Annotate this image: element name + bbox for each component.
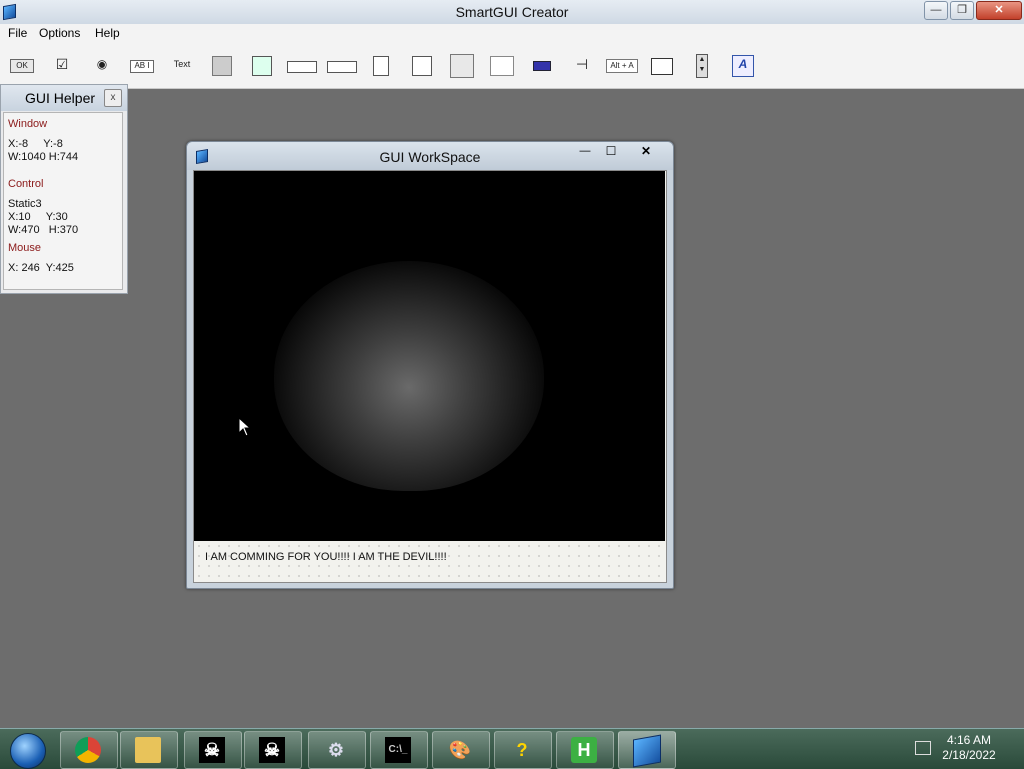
add-tab-tool[interactable] [450,54,474,78]
clock-time: 4:16 AM [946,733,992,747]
taskbar-pirate-app-1[interactable]: ☠ [184,731,242,769]
gui-helper-title-bar: GUI Helper x [1,85,127,111]
close-button[interactable]: ✕ [976,1,1022,20]
add-groupbox-tool[interactable] [212,56,232,76]
add-datetime-tool[interactable] [490,56,514,76]
workspace-minimize-button[interactable]: — [574,145,596,159]
add-combobox-tool[interactable] [327,61,357,73]
start-button[interactable] [2,731,50,769]
workspace-maximize-button[interactable]: ☐ [600,144,622,158]
gear-icon: ⚙ [327,740,345,760]
taskbar-help[interactable]: ? [494,731,552,769]
menu-file[interactable]: File [8,26,27,40]
menu-bar: File Options Help [0,24,1024,42]
restore-button[interactable]: ❐ [950,1,974,20]
menu-help[interactable]: Help [95,26,120,40]
add-updown-tool[interactable]: ▲ ▼ [696,54,708,78]
text-label-control[interactable]: I AM COMMING FOR YOU!!!! I AM THE DEVIL!… [205,551,447,563]
taskbar-paint[interactable]: 🎨 [432,731,490,769]
toolbar: OK ☑ ◉ AB I Text ⊣ Alt + A ▲ ▼ A [0,42,1024,89]
taskbar-smartgui[interactable] [618,731,676,769]
app-title: SmartGUI Creator [455,4,569,20]
control-size: W:470 H:370 [8,224,79,236]
add-progress-tool[interactable] [533,61,551,71]
clock-date: 2/18/2022 [942,748,996,762]
control-position: X:10 Y:30 [8,211,68,223]
add-hotkey-tool[interactable]: Alt + A [606,59,638,73]
cube-icon [633,734,661,768]
folder-icon [135,737,161,763]
gui-helper-body: Window X:-8 Y:-8 W:1040 H:744 Control St… [3,112,123,290]
control-name: Static3 [8,198,42,210]
font-icon[interactable]: A [732,55,754,77]
window-size: W:1040 H:744 [8,151,79,163]
picture-control[interactable] [194,171,665,541]
clock[interactable]: 4:16 AM 2/18/2022 [936,733,1002,763]
taskbar-pirate-app-2[interactable]: ☠ [244,731,302,769]
control-section-header: Control [8,178,44,190]
workspace-window[interactable]: GUI WorkSpace — ☐ ✕ I AM COMMING FOR YOU… [186,141,674,589]
add-radio-tool[interactable]: ◉ [94,56,110,74]
help-icon: ? [516,740,528,760]
chrome-icon [75,737,101,763]
add-slider-tool[interactable]: ⊣ [572,56,592,74]
gui-helper-panel: GUI Helper x Window X:-8 Y:-8 W:1040 H:7… [0,84,128,294]
folder-icon[interactable] [651,58,673,75]
skull-icon: ☠ [199,737,225,763]
add-listview-tool[interactable] [412,56,432,76]
window-section-header: Window [8,118,48,130]
command-prompt-icon: C:\_ [385,737,411,763]
add-checkbox-tool[interactable]: ☑ [54,56,70,74]
workspace-close-button[interactable]: ✕ [628,144,664,160]
taskbar-chrome[interactable] [60,731,118,769]
network-icon[interactable] [915,741,931,755]
menu-options[interactable]: Options [39,26,80,40]
window-position: X:-8 Y:-8 [8,138,63,150]
workspace-title-bar[interactable]: GUI WorkSpace — ☐ ✕ [187,142,673,170]
windows-logo-icon [10,733,46,769]
skull-icon: ☠ [259,737,285,763]
app-title-bar: SmartGUI Creator — ❐ ✕ [0,0,1024,25]
add-picture-tool[interactable] [252,56,272,76]
minimize-button[interactable]: — [924,1,948,20]
mouse-section-header: Mouse [8,242,42,254]
taskbar: ☠ ☠ ⚙ C:\_ 🎨 ? H 4:16 AM 2/18/2022 [0,728,1024,769]
h-app-icon: H [571,737,597,763]
add-edit-tool[interactable]: AB I [130,60,154,73]
add-button-tool[interactable]: OK [10,59,34,73]
taskbar-h-app[interactable]: H [556,731,614,769]
workspace-canvas[interactable]: I AM COMMING FOR YOU!!!! I AM THE DEVIL!… [193,170,667,583]
taskbar-settings[interactable]: ⚙ [308,731,366,769]
gui-helper-title: GUI Helper [25,90,96,106]
add-dropdown-tool[interactable] [287,61,317,73]
taskbar-explorer[interactable] [120,731,178,769]
face-image [274,261,544,491]
mouse-cursor-icon [238,417,252,437]
gui-helper-close-button[interactable]: x [104,89,122,107]
mouse-position: X: 246 Y:425 [8,262,74,274]
add-text-tool[interactable]: Text [170,56,194,74]
taskbar-cmd[interactable]: C:\_ [370,731,428,769]
palette-icon: 🎨 [448,740,472,760]
add-listbox-tool[interactable] [373,56,389,76]
